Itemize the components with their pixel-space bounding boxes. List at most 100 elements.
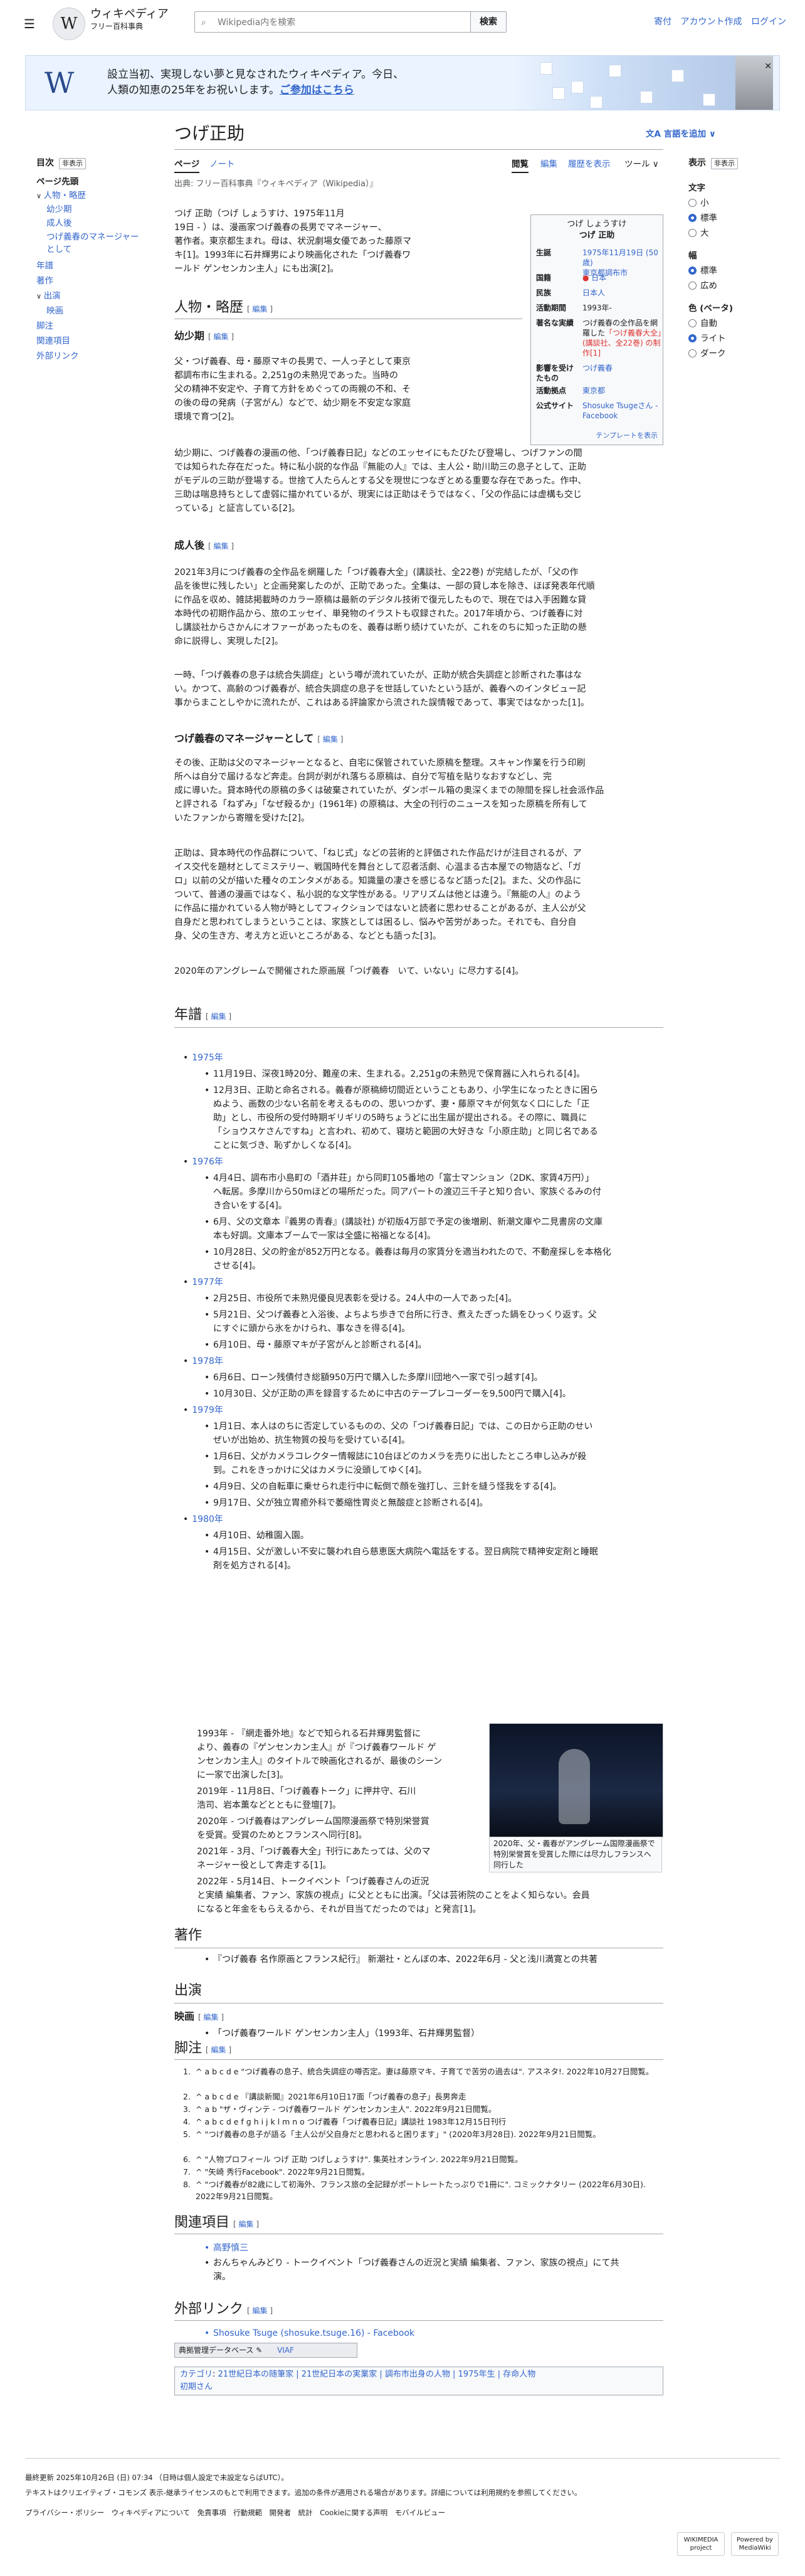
intro-line-4: キ[1]。1993年に石井輝男により映画化された「つげ義春ワ — [174, 250, 411, 260]
wordmark[interactable]: ウィキペディア フリー百科事典 — [90, 8, 169, 31]
section-divider — [174, 2059, 663, 2060]
categories-list[interactable]: 21世紀日本の随筆家 | 21世紀日本の実業家 | 調布市出身の人物 | 197… — [218, 2370, 536, 2379]
infobox-value[interactable]: ● 日本 — [582, 273, 663, 283]
wikipedia-globe-logo[interactable]: W — [53, 8, 85, 40]
footer-links[interactable]: プライバシー・ポリシー ウィキペディアについて 免責事項 行動規範 開発者 統計… — [25, 2507, 445, 2518]
chron-year: • 1980年 — [183, 1514, 223, 1524]
reference-number: 2. — [183, 2092, 191, 2101]
tab-edit[interactable]: 編集 — [540, 158, 557, 172]
categories-label[interactable]: カテゴリ — [180, 2370, 213, 2379]
banner-cta-link[interactable]: ご参加はこちら — [280, 84, 354, 97]
donate-link[interactable]: 寄付 — [654, 17, 671, 27]
mediawiki-badge[interactable]: Powered by MediaWiki — [731, 2532, 779, 2556]
color-light-radio[interactable] — [688, 334, 697, 342]
chron-year-link[interactable]: 1975年 — [192, 1053, 223, 1063]
chevron-down-icon[interactable]: ∨ — [36, 192, 44, 200]
chevron-down-icon[interactable]: ∨ — [36, 292, 44, 300]
infobox: つげ しょうすけ つげ 正助 生誕 1975年11月19日 (50歳) 東京都調布市 … — [530, 214, 663, 445]
search-button[interactable]: 検索 — [470, 11, 507, 33]
appearance-hide-button[interactable]: 非表示 — [711, 158, 738, 169]
chron-year-link[interactable]: 1978年 — [192, 1356, 223, 1366]
toc-item-manager[interactable]: つげ義春のマネージャー — [46, 231, 139, 243]
infobox-value[interactable]: Shosuke Tsugeさん - Facebook — [582, 401, 663, 421]
reference-item[interactable]: ^ "つげ義春の息子が語る「主人公が父自身だと思われると困ります」" (2020… — [196, 2128, 660, 2140]
toc-item-film[interactable]: 映画 — [46, 305, 63, 317]
external-link-facebook[interactable]: Shosuke Tsuge (shosuke.tsuge.16) - Faceb… — [204, 2326, 652, 2340]
chron-entry: 9月17日、父が独立胃癒外科で萎縮性胃炎と無酸症と診断される[4]。 — [204, 1496, 652, 1510]
film-item: 「つげ義春ワールド ゲンセンカン主人」（1993年、石井輝男監督） — [204, 2027, 652, 2040]
search-box[interactable]: ⌕ — [194, 11, 498, 33]
edit-link[interactable]: 編集 — [239, 2220, 254, 2229]
edit-link[interactable]: 編集 — [211, 2045, 226, 2054]
wordmark-title: ウィキペディア — [90, 8, 169, 21]
toc-item-notes[interactable]: 脚注 — [36, 320, 53, 332]
toc-item-related[interactable]: 関連項目 — [36, 335, 70, 347]
toc-item-adult[interactable]: 成人後 — [46, 217, 72, 230]
toc-item-links[interactable]: 外部リンク — [36, 350, 79, 362]
chron-year-link[interactable]: 1980年 — [192, 1514, 223, 1524]
login-link[interactable]: ログイン — [751, 17, 786, 27]
adult-line-4: 本時代の初期作品から、旅のエッセイ、単発物のイラストも収録された。2017年頃か… — [174, 609, 583, 619]
create-account-link[interactable]: アカウント作成 — [681, 17, 742, 27]
expand-icon[interactable]: ✎ — [253, 2346, 265, 2355]
edit-link[interactable]: 編集 — [253, 2306, 268, 2315]
tab-read[interactable]: 閲覧 — [512, 158, 529, 173]
chron-year-link[interactable]: 1976年 — [192, 1157, 223, 1167]
chron-year-link[interactable]: 1977年 — [192, 1277, 223, 1287]
chron-year-link[interactable]: 1979年 — [192, 1405, 223, 1415]
toc-item-chron[interactable]: 年譜 — [36, 260, 53, 272]
language-button-label: 言語を追加 — [663, 129, 707, 139]
related-item-1[interactable]: 高野慎三 — [204, 2241, 652, 2255]
toc-hide-button[interactable]: 非表示 — [59, 158, 86, 169]
reference-item[interactable]: ^ "つげ義春が82歳にして初海外、フランス旅の全記録がポートレートたっぷりで1… — [196, 2178, 660, 2202]
categories-list-2[interactable]: 初期さん — [180, 2382, 213, 2392]
article-photo[interactable] — [489, 1723, 663, 1837]
color-dark-radio[interactable] — [688, 349, 697, 357]
reference-item[interactable]: ^ "人物プロフィール つげ 正助 つげしょうすけ". 集英社オンライン. 20… — [196, 2153, 660, 2165]
search-input[interactable] — [216, 14, 470, 31]
tab-tools-label: ツール — [624, 159, 650, 169]
text-small-radio[interactable] — [688, 199, 697, 207]
close-icon[interactable]: ✕ — [764, 60, 772, 73]
chron-entry-cont: ぜいが出始め、抗生物質の投与を受けている[4]。 — [213, 1435, 410, 1445]
infobox-value[interactable]: 日本人 — [582, 288, 663, 298]
reference-item[interactable]: ^ "矢崎 秀行Facebook". 2022年9月21日閲覧。 — [196, 2166, 660, 2178]
language-button[interactable]: 文A 言語を追加 ∨ — [646, 128, 716, 142]
mgr-line-4: と評される「ねずみ」「なぜ殺るか」(1961年) の原稿は、大全の刊行のニュース… — [174, 800, 587, 810]
edit-link[interactable]: 編集 — [323, 735, 338, 744]
text-large-radio[interactable] — [688, 229, 697, 237]
infobox-value[interactable]: 東京都 — [582, 386, 663, 396]
infobox-value-line: 日本 — [591, 273, 607, 282]
adult2-line-3: 事からまことしやかに流れたが、これはある評論家から流された誤情報であって、事実で… — [174, 698, 589, 708]
text-standard-radio[interactable] — [688, 214, 697, 222]
chron-year: • 1979年 — [183, 1405, 223, 1415]
tab-page[interactable]: ページ — [174, 158, 200, 173]
width-standard-radio[interactable] — [688, 267, 697, 275]
viaf-link[interactable]: VIAF — [277, 2346, 294, 2355]
edit-link[interactable]: 編集 — [204, 2013, 219, 2022]
toc-item-bio[interactable]: 人物・略歴 — [44, 191, 87, 201]
toc-item-child[interactable]: 幼少期 — [46, 203, 72, 216]
width-wide-radio[interactable] — [688, 282, 697, 290]
toc-item-manager-2[interactable]: として — [46, 243, 71, 256]
reference-item[interactable]: ^ a b c d e f g h i j k l m n o つげ義春「つげ義… — [196, 2116, 660, 2128]
reference-item[interactable]: ^ a b c d e 『講談新聞』2021年6月10日17面「つげ義春の息子」… — [196, 2091, 660, 2103]
toc-item-appear[interactable]: 出演 — [44, 291, 61, 301]
main-menu-icon[interactable]: ☰ — [24, 14, 35, 34]
color-auto-radio[interactable] — [688, 319, 697, 327]
tab-history[interactable]: 履歴を表示 — [568, 158, 611, 172]
show-template-link[interactable]: テンプレートを表示 — [596, 431, 658, 441]
edit-link[interactable]: 編集 — [253, 305, 268, 314]
chron-entry: 4月15日、父が激しい不安に襲われ自ら慈恵医大病院へ電話をする。翌日病院で精神安… — [204, 1545, 652, 1559]
edit-link[interactable]: 編集 — [214, 332, 229, 341]
reference-item[interactable]: ^ a b c d e "つげ義春の息子、統合失調症の噂否定。妻は藤原マキ、子育… — [196, 2066, 660, 2077]
infobox-value[interactable]: つげ義春 — [582, 363, 663, 373]
reference-item[interactable]: ^ a b "ザ・ヴィンテ - つげ義春ワールド ゲンセンカン主人". 2022… — [196, 2103, 660, 2115]
edit-link[interactable]: 編集 — [211, 1012, 226, 1021]
toc-item-top[interactable]: ページ先頭 — [36, 176, 78, 188]
toc-item-works[interactable]: 著作 — [36, 275, 53, 287]
edit-link[interactable]: 編集 — [214, 542, 229, 551]
tab-tools[interactable]: ツール ∨ — [624, 158, 659, 172]
wikimedia-badge[interactable]: WIKIMEDIA project — [677, 2532, 725, 2556]
tab-talk[interactable]: ノート — [209, 158, 235, 172]
